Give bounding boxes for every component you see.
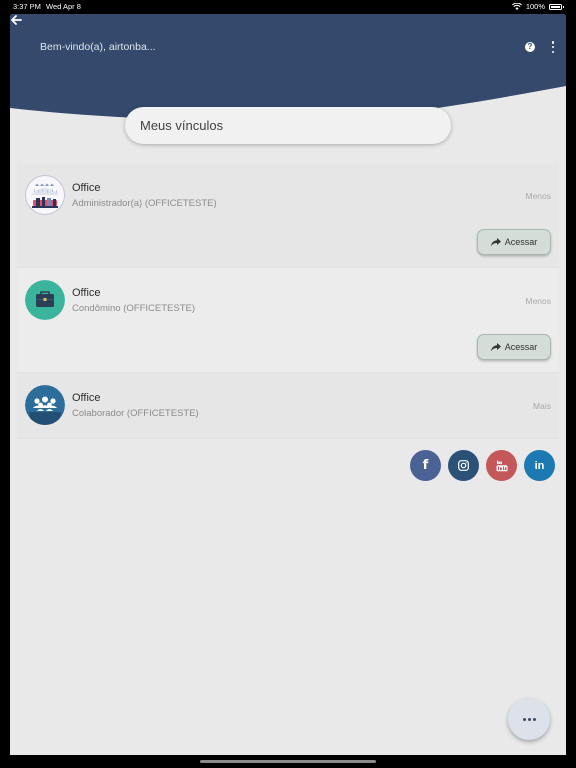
item-role: Administrador(a) (OFFICETESTE) xyxy=(72,198,217,209)
link-item-staff[interactable]: Office Colaborador (OFFICETESTE) Mais xyxy=(17,373,559,439)
item-name: Office xyxy=(72,392,101,404)
links-list: Office Administrador(a) (OFFICETESTE) Me… xyxy=(17,163,559,439)
link-item-resident[interactable]: Office Condômino (OFFICETESTE) Menos Ace… xyxy=(17,268,559,373)
header-title: Bem-vindo(a), airtonba... xyxy=(40,41,156,53)
status-right: 100% xyxy=(511,2,564,11)
battery-icon xyxy=(549,3,564,10)
access-button[interactable]: Acessar xyxy=(477,334,551,360)
item-role: Condômino (OFFICETESTE) xyxy=(72,303,195,314)
collapse-toggle[interactable]: Menos xyxy=(525,296,551,306)
share-arrow-icon xyxy=(490,342,501,351)
item-name: Office xyxy=(72,287,101,299)
section-title: Meus vínculos xyxy=(140,118,224,133)
battery-fill xyxy=(551,5,560,8)
item-role: Colaborador (OFFICETESTE) xyxy=(72,408,199,419)
status-date: Wed Apr 8 xyxy=(46,2,81,11)
expand-toggle[interactable]: Mais xyxy=(533,401,551,411)
access-button-label: Acessar xyxy=(504,342,538,352)
facebook-label: f xyxy=(422,458,429,473)
share-arrow-icon xyxy=(490,237,501,246)
wifi-icon xyxy=(511,3,522,10)
battery-percent: 100% xyxy=(525,2,545,11)
youtube-glyph xyxy=(496,460,507,471)
home-indicator[interactable] xyxy=(200,760,376,763)
app-screen: Bem-vindo(a), airtonba... ? Meus vínculo… xyxy=(10,14,566,755)
linkedin-icon[interactable]: in xyxy=(524,450,555,481)
item-name: Office xyxy=(72,182,101,194)
linkedin-label: in xyxy=(534,459,545,472)
status-time: 3:37 PM xyxy=(13,2,41,11)
facebook-icon[interactable]: f xyxy=(410,450,441,481)
access-button-label: Acessar xyxy=(504,237,538,247)
umbrella-people-icon xyxy=(25,175,65,215)
instagram-glyph xyxy=(458,460,469,471)
link-item-admin[interactable]: Office Administrador(a) (OFFICETESTE) Me… xyxy=(17,163,559,268)
briefcase-icon xyxy=(25,280,65,320)
back-arrow-icon[interactable] xyxy=(10,14,22,26)
access-button[interactable]: Acessar xyxy=(477,229,551,255)
more-vert-icon[interactable] xyxy=(551,41,555,53)
status-bar: 3:37 PM Wed Apr 8 100% xyxy=(0,0,576,13)
social-links: f in xyxy=(410,450,555,481)
instagram-icon[interactable] xyxy=(448,450,479,481)
collapse-toggle[interactable]: Menos xyxy=(525,191,551,201)
more-options-fab[interactable] xyxy=(508,698,550,740)
youtube-icon[interactable] xyxy=(486,450,517,481)
help-icon[interactable]: ? xyxy=(525,42,535,52)
group-people-icon xyxy=(25,385,65,425)
section-title-pill: Meus vínculos xyxy=(125,107,451,144)
